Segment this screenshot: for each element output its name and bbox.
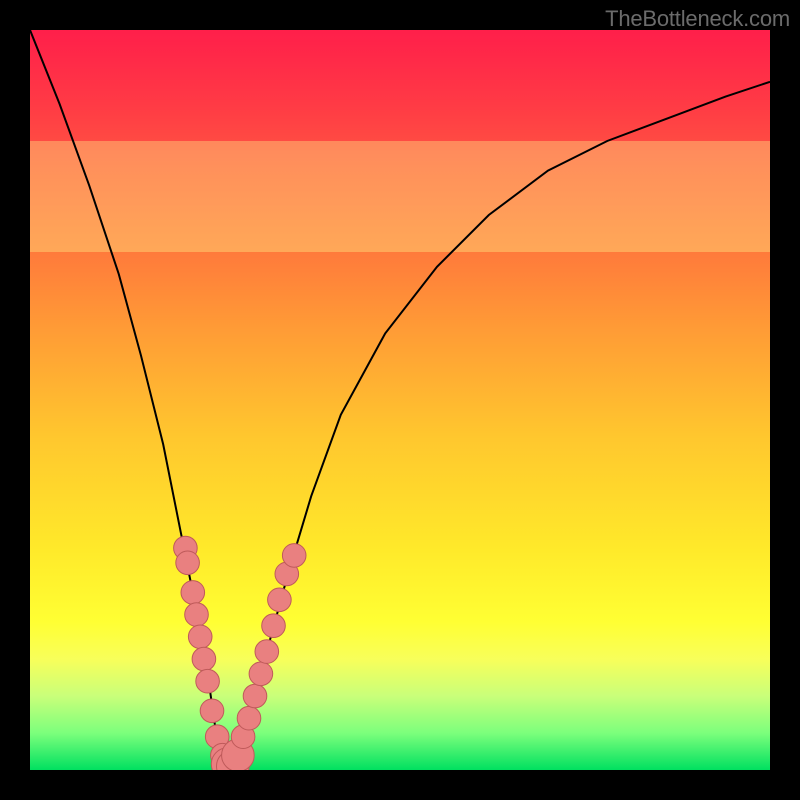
data-marker [249,662,273,686]
data-marker [262,614,286,638]
data-marker [237,706,261,730]
data-marker [282,544,306,568]
data-marker [181,581,205,605]
data-marker [196,669,220,693]
marker-group [174,536,306,770]
data-marker [200,699,224,723]
data-marker [255,640,279,664]
watermark-label: TheBottleneck.com [605,6,790,32]
data-marker [243,684,267,708]
data-marker [185,603,209,627]
data-marker [268,588,292,612]
data-marker [192,647,216,671]
chart-svg [30,30,770,770]
data-marker [188,625,212,649]
plot-area [30,30,770,770]
data-marker [176,551,200,575]
bottleneck-curve [30,30,770,770]
chart-frame: TheBottleneck.com [0,0,800,800]
